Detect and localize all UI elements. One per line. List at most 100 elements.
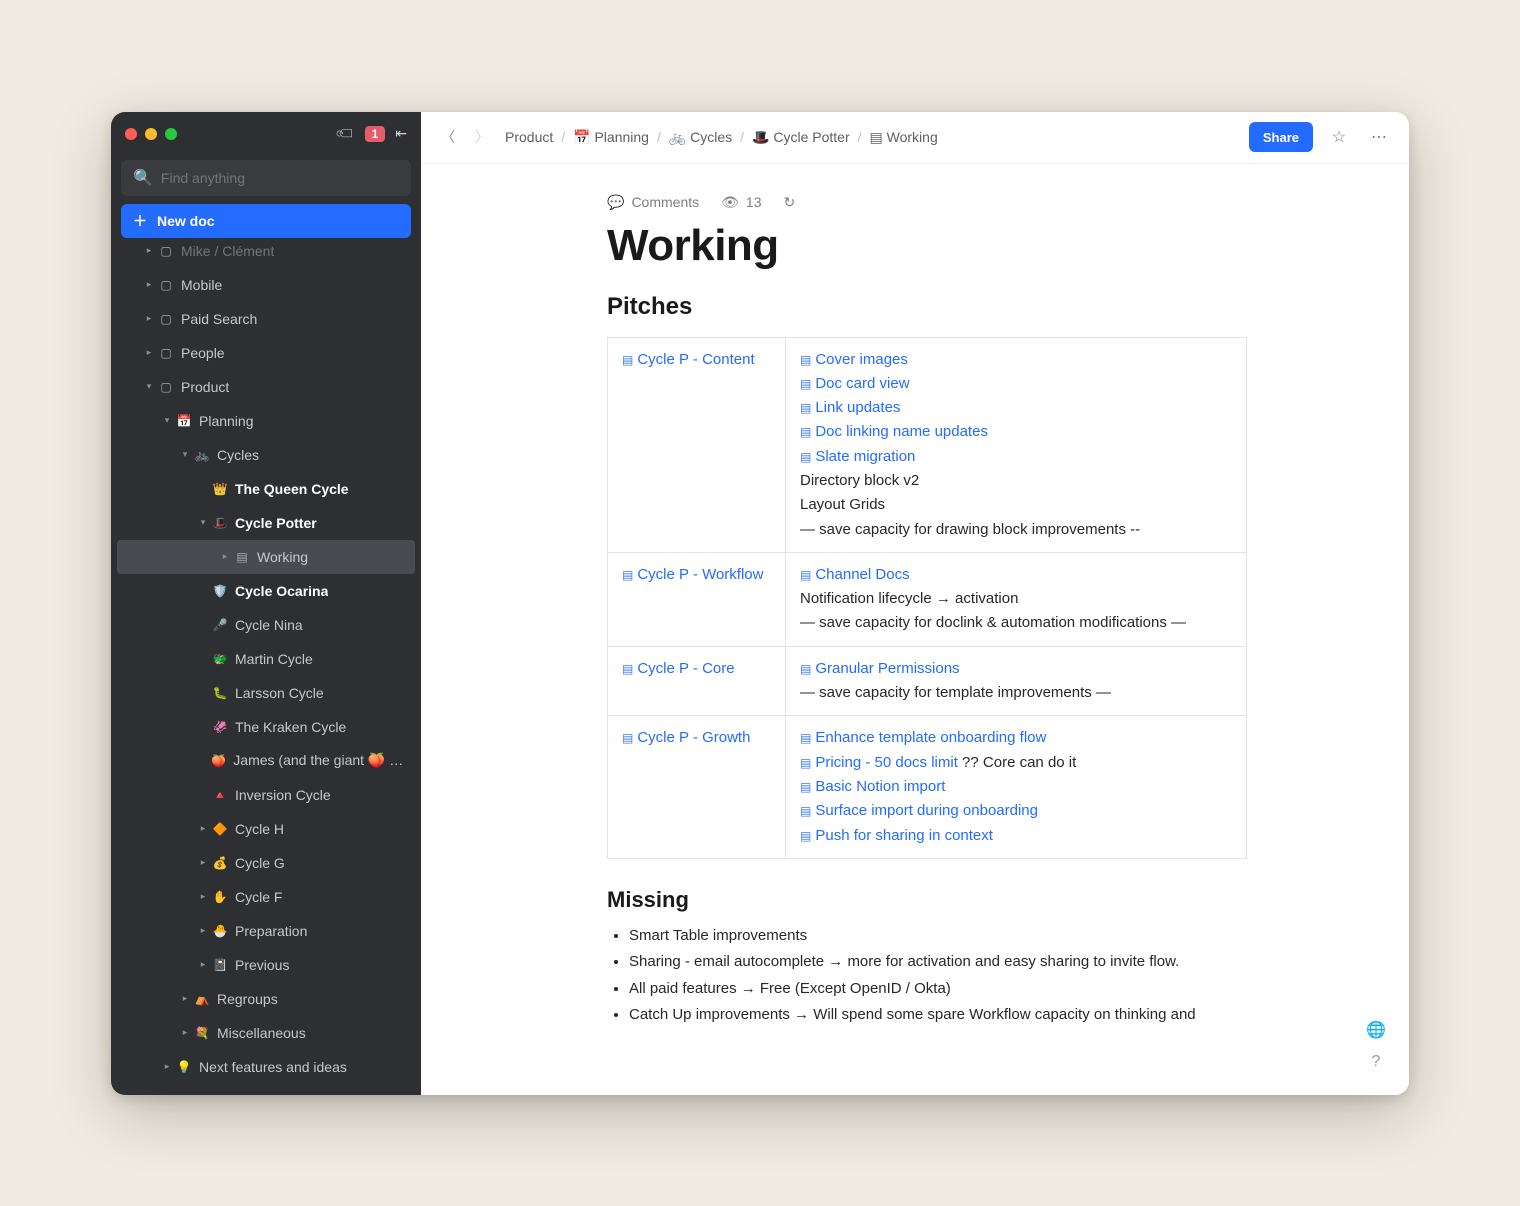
item-icon: 🔺 [211, 788, 229, 802]
star-icon[interactable]: ☆ [1325, 123, 1353, 151]
doc-link[interactable]: Surface import during onboarding [800, 802, 1038, 819]
item-icon: ▢ [157, 346, 175, 360]
views-count[interactable]: 👁13 [721, 194, 761, 211]
chevron-icon[interactable] [195, 891, 211, 902]
breadcrumb-item[interactable]: Product [505, 129, 553, 145]
chevron-icon[interactable] [177, 993, 193, 1004]
sidebar-item[interactable]: 💐Miscellaneous [111, 1016, 421, 1050]
chevron-icon[interactable] [195, 959, 211, 970]
sidebar-item[interactable]: 💰Cycle G [111, 846, 421, 880]
share-button[interactable]: Share [1249, 122, 1313, 152]
search-input[interactable]: 🔍 [121, 160, 411, 196]
item-icon: 🎩 [211, 516, 229, 530]
doc-link[interactable]: Granular Permissions [800, 660, 960, 677]
doc-link[interactable]: Cycle P - Core [622, 660, 735, 677]
minimize-icon[interactable] [145, 128, 157, 140]
chevron-icon[interactable] [195, 925, 211, 936]
heading-pitches: Pitches [607, 293, 1247, 321]
search-icon: 🔍 [133, 168, 153, 188]
item-icon: ▢ [157, 244, 175, 258]
chevron-icon[interactable] [217, 551, 233, 562]
sidebar-item[interactable]: 🐛Larsson Cycle [111, 676, 421, 710]
sidebar-item-label: Preparation [235, 923, 307, 939]
sidebar-item[interactable]: 📅Planning [111, 404, 421, 438]
sidebar-item[interactable]: 🐲Martin Cycle [111, 642, 421, 676]
sidebar-item[interactable]: 🎤Cycle Nina [111, 608, 421, 642]
search-field[interactable] [161, 170, 399, 186]
globe-icon[interactable]: 🌐 [1365, 1019, 1387, 1041]
doc-link[interactable]: Enhance template onboarding flow [800, 729, 1046, 746]
doc-link[interactable]: Link updates [800, 399, 900, 416]
sidebar-item[interactable]: ▢Product [111, 370, 421, 404]
breadcrumb-item[interactable]: 🚲 Cycles [669, 129, 732, 146]
sidebar-item[interactable]: ⛺Regroups [111, 982, 421, 1016]
sidebar-item[interactable]: 🔺Inversion Cycle [111, 778, 421, 812]
refresh-icon[interactable]: ↻ [783, 194, 795, 211]
chevron-icon[interactable] [141, 279, 157, 290]
sidebar-item-label: Previous [235, 957, 289, 973]
nav-back-button[interactable]: 〈 [437, 126, 459, 148]
sidebar-item[interactable]: 🦑The Kraken Cycle [111, 710, 421, 744]
sidebar-item[interactable]: 🍑James (and the giant 🍑 Cy… [111, 744, 421, 778]
doc-link[interactable]: Slate migration [800, 448, 915, 465]
doc-link[interactable]: Doc card view [800, 375, 910, 392]
tag-icon[interactable]: 🏷 [333, 121, 358, 146]
more-icon[interactable]: ⋯ [1365, 123, 1393, 151]
sidebar-item-label: Cycle Ocarina [235, 583, 328, 599]
help-icon[interactable]: ? [1365, 1051, 1387, 1073]
sidebar-item[interactable]: 🛡️Cycle Ocarina [111, 574, 421, 608]
sidebar-item-label: James (and the giant 🍑 Cy… [233, 752, 411, 769]
sidebar-item[interactable]: 🔶Cycle H [111, 812, 421, 846]
comments-button[interactable]: 💬Comments [607, 194, 699, 211]
maximize-icon[interactable] [165, 128, 177, 140]
doc-link[interactable]: Push for sharing in context [800, 827, 993, 844]
sidebar-item[interactable]: 🎩Cycle Potter [111, 506, 421, 540]
sidebar-item[interactable]: ▢Mobile [111, 268, 421, 302]
chevron-icon[interactable] [195, 823, 211, 834]
list-item: All paid features → Free (Except OpenID … [629, 976, 1247, 1002]
sidebar-item[interactable]: 💡Next features and ideas [111, 1050, 421, 1084]
sidebar-item[interactable]: 📓Previous [111, 948, 421, 982]
breadcrumb-item[interactable]: 📅 Planning [573, 129, 649, 146]
titlebar: 🏷 1 ⇤ [111, 112, 421, 156]
breadcrumb-item[interactable]: 🎩 Cycle Potter [752, 129, 850, 146]
sidebar-item[interactable]: ▢Mike / Clément [111, 234, 421, 268]
sidebar-item[interactable]: 🐣 Preparation [111, 914, 421, 948]
chevron-icon[interactable] [195, 517, 211, 528]
item-icon: ✋ [211, 890, 229, 904]
doc-link[interactable]: Doc linking name updates [800, 423, 988, 440]
collapse-sidebar-icon[interactable]: ⇤ [395, 125, 407, 142]
floating-actions: 🌐 ? [1365, 1019, 1387, 1073]
page-title: Working [607, 221, 1247, 271]
topbar: 〈 〉 Product/📅 Planning/🚲 Cycles/🎩 Cycle … [421, 112, 1409, 164]
chevron-icon[interactable] [159, 415, 175, 426]
chevron-icon[interactable] [141, 313, 157, 324]
sidebar-item[interactable]: 👑The Queen Cycle [111, 472, 421, 506]
chevron-icon[interactable] [141, 347, 157, 358]
sidebar-item[interactable]: ✋Cycle F [111, 880, 421, 914]
sidebar-item[interactable]: ▢People [111, 336, 421, 370]
chevron-icon[interactable] [195, 857, 211, 868]
doc-link[interactable]: Cycle P - Growth [622, 729, 750, 746]
nav-forward-button[interactable]: 〉 [471, 126, 493, 148]
chevron-icon[interactable] [141, 381, 157, 392]
doc-link[interactable]: Cycle P - Workflow [622, 566, 763, 583]
doc-link[interactable]: Cycle P - Content [622, 351, 755, 368]
chevron-icon[interactable] [177, 1027, 193, 1038]
chevron-icon[interactable] [177, 449, 193, 460]
notification-badge[interactable]: 1 [365, 126, 386, 142]
sidebar-item[interactable]: 🚲Cycles [111, 438, 421, 472]
chevron-icon[interactable] [159, 1061, 175, 1072]
chevron-icon[interactable] [141, 245, 157, 256]
missing-list: Smart Table improvementsSharing - email … [607, 923, 1247, 1028]
sidebar-item[interactable]: ▤Working [117, 540, 415, 574]
item-icon: ▤ [233, 550, 251, 564]
close-icon[interactable] [125, 128, 137, 140]
item-icon: 🐣 [211, 924, 229, 938]
doc-link[interactable]: Basic Notion import [800, 778, 945, 795]
doc-link[interactable]: Cover images [800, 351, 908, 368]
sidebar-item[interactable]: ▢Paid Search [111, 302, 421, 336]
doc-link[interactable]: Pricing - 50 docs limit [800, 754, 958, 771]
breadcrumb-item[interactable]: ▤ Working [870, 129, 938, 146]
doc-link[interactable]: Channel Docs [800, 566, 910, 583]
